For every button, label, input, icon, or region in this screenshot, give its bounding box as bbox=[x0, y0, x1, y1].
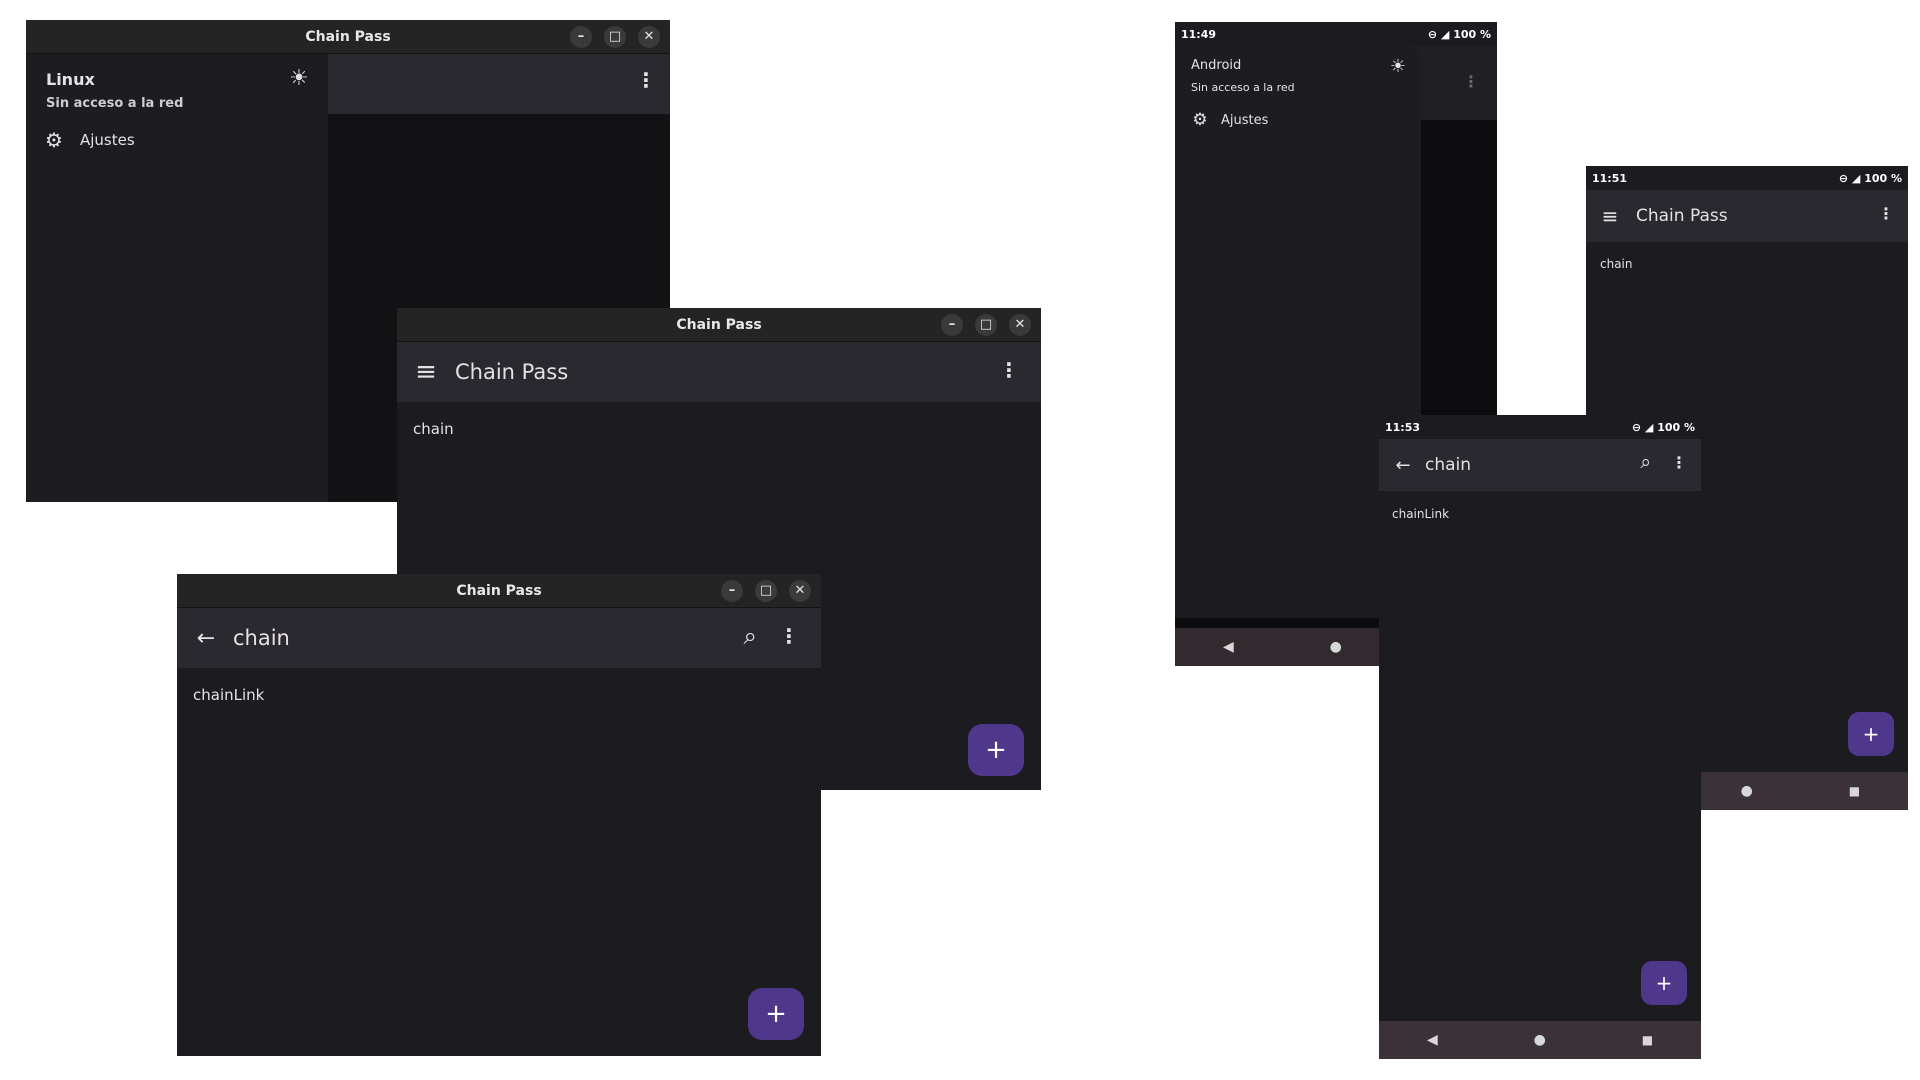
list-item[interactable]: chainLink bbox=[193, 686, 264, 704]
drawer-title: Linux bbox=[46, 70, 95, 89]
nav-home-icon[interactable]: ● bbox=[1741, 783, 1753, 799]
status-time: 11:49 bbox=[1181, 27, 1217, 41]
nav-home-icon[interactable]: ● bbox=[1534, 1032, 1546, 1048]
window-titlebar[interactable]: Chain Pass – □ ✕ bbox=[177, 574, 821, 608]
search-icon[interactable]: ⌕ bbox=[744, 622, 757, 650]
drawer-title: Android bbox=[1191, 58, 1242, 73]
window-title: Chain Pass bbox=[305, 28, 391, 45]
app-bar-title: Chain Pass bbox=[455, 360, 569, 384]
gear-icon: ⚙ bbox=[1192, 110, 1208, 130]
status-right: ⊖ ◢ 100 % bbox=[1632, 421, 1695, 434]
list-item[interactable]: chain bbox=[1600, 257, 1633, 271]
signal-icon: ⊖ ◢ bbox=[1838, 171, 1861, 185]
close-icon[interactable]: ✕ bbox=[638, 26, 660, 48]
stage: Chain Pass – □ ✕ Linux Sin acceso a la r… bbox=[0, 0, 1920, 1080]
search-bar: ← chain ⌕ ⋮ bbox=[177, 608, 821, 668]
maximize-icon[interactable]: □ bbox=[755, 580, 777, 602]
app-bar: ≡ Chain Pass ⋮ bbox=[1586, 190, 1908, 242]
close-icon[interactable]: ✕ bbox=[1009, 314, 1031, 336]
add-icon[interactable]: + bbox=[1641, 961, 1687, 1005]
battery-level: 100 % bbox=[1657, 420, 1695, 434]
nav-recent-icon[interactable]: ■ bbox=[1849, 784, 1860, 798]
drawer-item-label: Ajustes bbox=[80, 131, 135, 149]
nav-home-icon[interactable]: ● bbox=[1330, 639, 1342, 655]
status-bar: 11:53 ⊖ ◢ 100 % bbox=[1379, 415, 1701, 439]
search-icon[interactable]: ⌕ bbox=[1640, 451, 1651, 473]
window-titlebar[interactable]: Chain Pass – □ ✕ bbox=[26, 20, 670, 54]
add-icon[interactable]: + bbox=[748, 988, 804, 1040]
more-vert-icon[interactable]: ⋮ bbox=[636, 68, 656, 92]
status-time: 11:53 bbox=[1385, 420, 1421, 434]
status-bar: 11:51 ⊖ ◢ 100 % bbox=[1586, 166, 1908, 190]
gear-icon: ⚙ bbox=[45, 128, 63, 152]
brightness-icon[interactable]: ☀ bbox=[1385, 54, 1411, 80]
nav-back-icon[interactable]: ◀ bbox=[1223, 639, 1234, 655]
nav-back-icon[interactable]: ◀ bbox=[1427, 1032, 1438, 1048]
navigation-drawer: Linux Sin acceso a la red ☀ ⚙ Ajustes bbox=[26, 54, 328, 502]
status-bar: 11:49 ⊖ ◢ 100 % bbox=[1175, 22, 1497, 46]
list-item[interactable]: chain bbox=[413, 420, 454, 438]
menu-icon[interactable]: ≡ bbox=[411, 357, 441, 387]
nav-recent-icon[interactable]: ■ bbox=[1642, 1033, 1653, 1047]
drawer-item-settings[interactable]: ⚙ Ajustes bbox=[1183, 102, 1413, 138]
add-icon[interactable]: + bbox=[1848, 712, 1894, 756]
search-input[interactable]: chain bbox=[1425, 455, 1471, 475]
app-bar-title: Chain Pass bbox=[1636, 206, 1728, 226]
search-input[interactable]: chain bbox=[233, 626, 290, 650]
signal-icon: ⊖ ◢ bbox=[1427, 27, 1450, 41]
back-arrow-icon[interactable]: ← bbox=[191, 626, 221, 651]
minimize-icon[interactable]: – bbox=[941, 314, 963, 336]
battery-level: 100 % bbox=[1864, 171, 1902, 185]
list-item[interactable]: chainLink bbox=[1392, 507, 1449, 521]
more-vert-icon[interactable]: ⋮ bbox=[1878, 204, 1894, 223]
window-titlebar[interactable]: Chain Pass – □ ✕ bbox=[397, 308, 1041, 342]
drawer-item-label: Ajustes bbox=[1221, 112, 1269, 128]
linux-search-window: Chain Pass – □ ✕ ← chain ⌕ ⋮ chainLink + bbox=[177, 574, 821, 1056]
minimize-icon[interactable]: – bbox=[721, 580, 743, 602]
status-right: ⊖ ◢ 100 % bbox=[1428, 28, 1491, 41]
drawer-subtitle: Sin acceso a la red bbox=[1191, 81, 1295, 94]
more-vert-icon[interactable]: ⋮ bbox=[999, 358, 1019, 382]
add-icon[interactable]: + bbox=[968, 724, 1024, 776]
window-title: Chain Pass bbox=[676, 316, 762, 333]
close-icon[interactable]: ✕ bbox=[789, 580, 811, 602]
maximize-icon[interactable]: □ bbox=[975, 314, 997, 336]
more-vert-icon[interactable]: ⋮ bbox=[1671, 453, 1687, 472]
battery-level: 100 % bbox=[1453, 27, 1491, 41]
status-right: ⊖ ◢ 100 % bbox=[1839, 172, 1902, 185]
search-bar: ← chain ⌕ ⋮ bbox=[1379, 439, 1701, 491]
window-title: Chain Pass bbox=[456, 582, 542, 599]
drawer-item-settings[interactable]: ⚙ Ajustes bbox=[36, 120, 318, 160]
maximize-icon[interactable]: □ bbox=[604, 26, 626, 48]
android-search-phone: 11:53 ⊖ ◢ 100 % ← chain ⌕ ⋮ chainLink + … bbox=[1379, 415, 1701, 1059]
minimize-icon[interactable]: – bbox=[570, 26, 592, 48]
app-bar: ≡ Chain Pass ⋮ bbox=[397, 342, 1041, 402]
system-nav-bar: ◀ ● ■ bbox=[1379, 1021, 1701, 1059]
brightness-icon[interactable]: ☀ bbox=[284, 64, 314, 94]
status-time: 11:51 bbox=[1592, 171, 1628, 185]
back-arrow-icon[interactable]: ← bbox=[1391, 455, 1415, 476]
drawer-subtitle: Sin acceso a la red bbox=[46, 96, 184, 111]
app-bar: ⋮ bbox=[328, 54, 670, 114]
menu-icon[interactable]: ≡ bbox=[1598, 204, 1622, 228]
more-vert-icon[interactable]: ⋮ bbox=[779, 624, 799, 648]
more-vert-icon[interactable]: ⋮ bbox=[1463, 72, 1479, 91]
signal-icon: ⊖ ◢ bbox=[1631, 420, 1654, 434]
